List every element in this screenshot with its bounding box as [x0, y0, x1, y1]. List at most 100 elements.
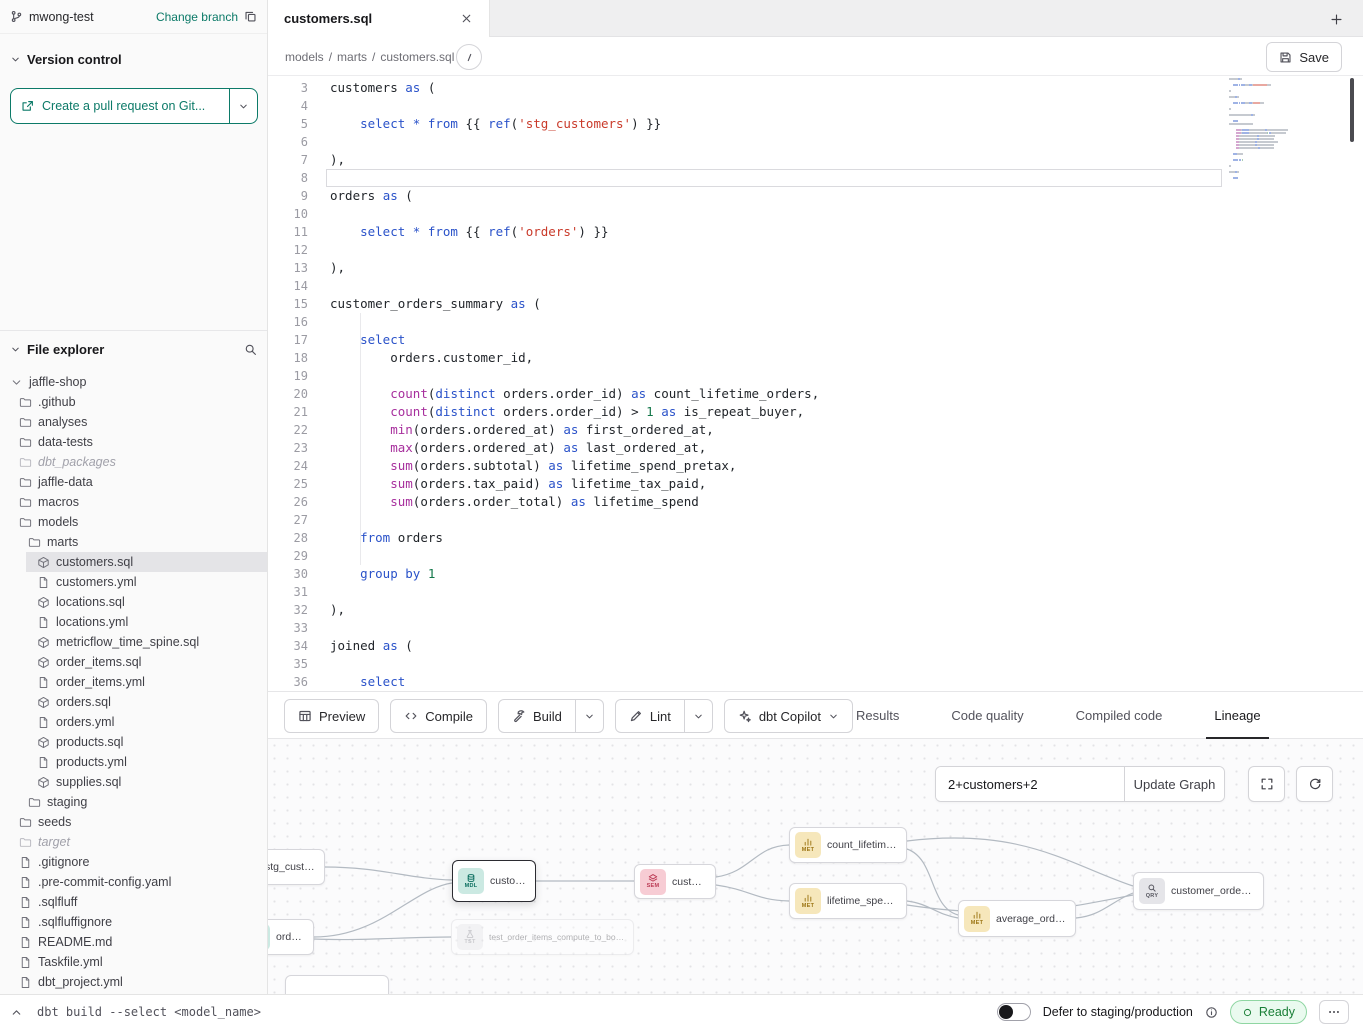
code-line-14[interactable]: 14: [268, 277, 1363, 295]
lineage-node-test-order-items-compute-to-bools-[interactable]: TSTtest_order_items_compute_to_bools...: [451, 919, 634, 955]
code-line-18[interactable]: 18 orders.customer_id,: [268, 349, 1363, 367]
tab-code-quality[interactable]: Code quality: [943, 692, 1031, 739]
code-editor[interactable]: 3customers as (45 select * from {{ ref('…: [268, 76, 1363, 691]
copy-icon[interactable]: [244, 10, 257, 23]
code-line-29[interactable]: 29: [268, 547, 1363, 565]
file-tree-item-supplies-sql[interactable]: supplies.sql: [0, 772, 267, 792]
code-line-5[interactable]: 5 select * from {{ ref('stg_customers') …: [268, 115, 1363, 133]
lint-dropdown-button[interactable]: [685, 699, 713, 733]
file-tree-item-jaffle-shop[interactable]: jaffle-shop: [0, 372, 267, 392]
lineage-node-count-lifetime-orders[interactable]: METcount_lifetime_orders: [789, 827, 907, 863]
info-icon[interactable]: [1205, 1006, 1218, 1019]
file-tree-item--github[interactable]: .github: [0, 392, 267, 412]
create-pr-button[interactable]: Create a pull request on Git...: [10, 88, 258, 124]
file-tree-item-metricflow-time-spine-sql[interactable]: metricflow_time_spine.sql: [0, 632, 267, 652]
fullscreen-button[interactable]: [1248, 766, 1285, 802]
code-line-21[interactable]: 21 count(distinct orders.order_id) > 1 a…: [268, 403, 1363, 421]
code-line-24[interactable]: 24 sum(orders.subtotal) as lifetime_spen…: [268, 457, 1363, 475]
breadcrumb-marts[interactable]: marts: [337, 50, 367, 64]
lineage-node-average-order-value[interactable]: METaverage_order_value: [958, 900, 1076, 937]
lineage-node-partial[interactable]: [285, 975, 389, 994]
file-tree-item-analyses[interactable]: analyses: [0, 412, 267, 432]
file-tree-item-orders-sql[interactable]: orders.sql: [0, 692, 267, 712]
file-tree-item-target[interactable]: target: [0, 832, 267, 852]
code-line-30[interactable]: 30 group by 1: [268, 565, 1363, 583]
code-line-19[interactable]: 19: [268, 367, 1363, 385]
code-line-25[interactable]: 25 sum(orders.tax_paid) as lifetime_tax_…: [268, 475, 1363, 493]
preview-button[interactable]: Preview: [284, 699, 379, 733]
file-tree-item-products-sql[interactable]: products.sql: [0, 732, 267, 752]
lineage-panel[interactable]: MDLstg_customersMDLordersMDLcustomersSEM…: [268, 739, 1363, 994]
search-icon[interactable]: [244, 343, 257, 356]
file-tree-item--gitignore[interactable]: .gitignore: [0, 852, 267, 872]
code-line-3[interactable]: 3customers as (: [268, 79, 1363, 97]
lineage-search-input[interactable]: [936, 767, 1124, 801]
file-tree-item--sqlfluffignore[interactable]: .sqlfluffignore: [0, 912, 267, 932]
update-graph-button[interactable]: Update Graph: [1124, 767, 1224, 801]
code-line-8[interactable]: 8: [268, 169, 1363, 187]
file-tree-item-products-yml[interactable]: products.yml: [0, 752, 267, 772]
file-tree-item-dbt-packages[interactable]: dbt_packages: [0, 452, 267, 472]
refresh-button[interactable]: [1296, 766, 1333, 802]
code-line-31[interactable]: 31: [268, 583, 1363, 601]
lineage-node-customer-order-metrics[interactable]: QRYcustomer_order_metrics: [1133, 872, 1264, 910]
file-tree-item-locations-yml[interactable]: locations.yml: [0, 612, 267, 632]
minimap[interactable]: [1229, 78, 1311, 180]
code-line-22[interactable]: 22 min(orders.ordered_at) as first_order…: [268, 421, 1363, 439]
file-tree-item-staging[interactable]: staging: [0, 792, 267, 812]
file-tree-item--sqlfluff[interactable]: .sqlfluff: [0, 892, 267, 912]
chevron-up-icon[interactable]: [10, 1006, 23, 1019]
code-line-33[interactable]: 33: [268, 619, 1363, 637]
compile-button[interactable]: Compile: [390, 699, 487, 733]
code-line-32[interactable]: 32),: [268, 601, 1363, 619]
file-tree-item-marts[interactable]: marts: [0, 532, 267, 552]
more-options-button[interactable]: [1319, 1000, 1349, 1024]
lineage-node-lifetime-spend-pretax[interactable]: METlifetime_spend_pretax: [789, 883, 907, 919]
code-line-15[interactable]: 15customer_orders_summary as (: [268, 295, 1363, 313]
tab-results[interactable]: Results: [848, 692, 907, 739]
code-line-6[interactable]: 6: [268, 133, 1363, 151]
change-branch-link[interactable]: Change branch: [156, 10, 238, 24]
file-action-button[interactable]: [456, 44, 482, 70]
new-tab-button[interactable]: [1325, 8, 1347, 30]
file-tree-item-macros[interactable]: macros: [0, 492, 267, 512]
code-line-17[interactable]: 17 select: [268, 331, 1363, 349]
file-tree-item-readme-md[interactable]: README.md: [0, 932, 267, 952]
code-line-35[interactable]: 35: [268, 655, 1363, 673]
file-tree-item-orders-yml[interactable]: orders.yml: [0, 712, 267, 732]
build-button[interactable]: Build: [498, 699, 576, 733]
file-tree-item-order-items-yml[interactable]: order_items.yml: [0, 672, 267, 692]
code-line-4[interactable]: 4: [268, 97, 1363, 115]
code-line-28[interactable]: 28 from orders: [268, 529, 1363, 547]
file-tree-item-data-tests[interactable]: data-tests: [0, 432, 267, 452]
code-line-11[interactable]: 11 select * from {{ ref('orders') }}: [268, 223, 1363, 241]
code-line-26[interactable]: 26 sum(orders.order_total) as lifetime_s…: [268, 493, 1363, 511]
lineage-node-orders[interactable]: MDLorders: [268, 919, 314, 955]
dbt-copilot-button[interactable]: dbt Copilot: [724, 699, 853, 733]
breadcrumb-models[interactable]: models: [285, 50, 324, 64]
code-line-34[interactable]: 34joined as (: [268, 637, 1363, 655]
lineage-node-customers[interactable]: MDLcustomers: [452, 860, 536, 902]
file-tree-item--pre-commit-config-yaml[interactable]: .pre-commit-config.yaml: [0, 872, 267, 892]
file-tree-item-order-items-sql[interactable]: order_items.sql: [0, 652, 267, 672]
tab-lineage[interactable]: Lineage: [1206, 692, 1268, 739]
file-tree-item-taskfile-yml[interactable]: Taskfile.yml: [0, 952, 267, 972]
code-line-7[interactable]: 7),: [268, 151, 1363, 169]
lint-button[interactable]: Lint: [615, 699, 685, 733]
code-line-27[interactable]: 27: [268, 511, 1363, 529]
file-tree-item-dbt-project-yml[interactable]: dbt_project.yml: [0, 972, 267, 992]
lineage-node-customers[interactable]: SEMcustomers: [634, 864, 716, 899]
code-line-36[interactable]: 36 select: [268, 673, 1363, 691]
code-line-20[interactable]: 20 count(distinct orders.order_id) as co…: [268, 385, 1363, 403]
close-icon[interactable]: [460, 12, 473, 25]
tab-customers-sql[interactable]: customers.sql: [268, 0, 490, 37]
code-line-16[interactable]: 16: [268, 313, 1363, 331]
file-tree-item-customers-sql[interactable]: customers.sql: [0, 552, 267, 572]
code-line-12[interactable]: 12: [268, 241, 1363, 259]
command-input[interactable]: dbt build --select <model_name>: [37, 1005, 261, 1019]
file-tree-item-models[interactable]: models: [0, 512, 267, 532]
tab-compiled-code[interactable]: Compiled code: [1068, 692, 1171, 739]
editor-scrollbar[interactable]: [1350, 78, 1354, 142]
file-tree-item-customers-yml[interactable]: customers.yml: [0, 572, 267, 592]
code-line-10[interactable]: 10: [268, 205, 1363, 223]
